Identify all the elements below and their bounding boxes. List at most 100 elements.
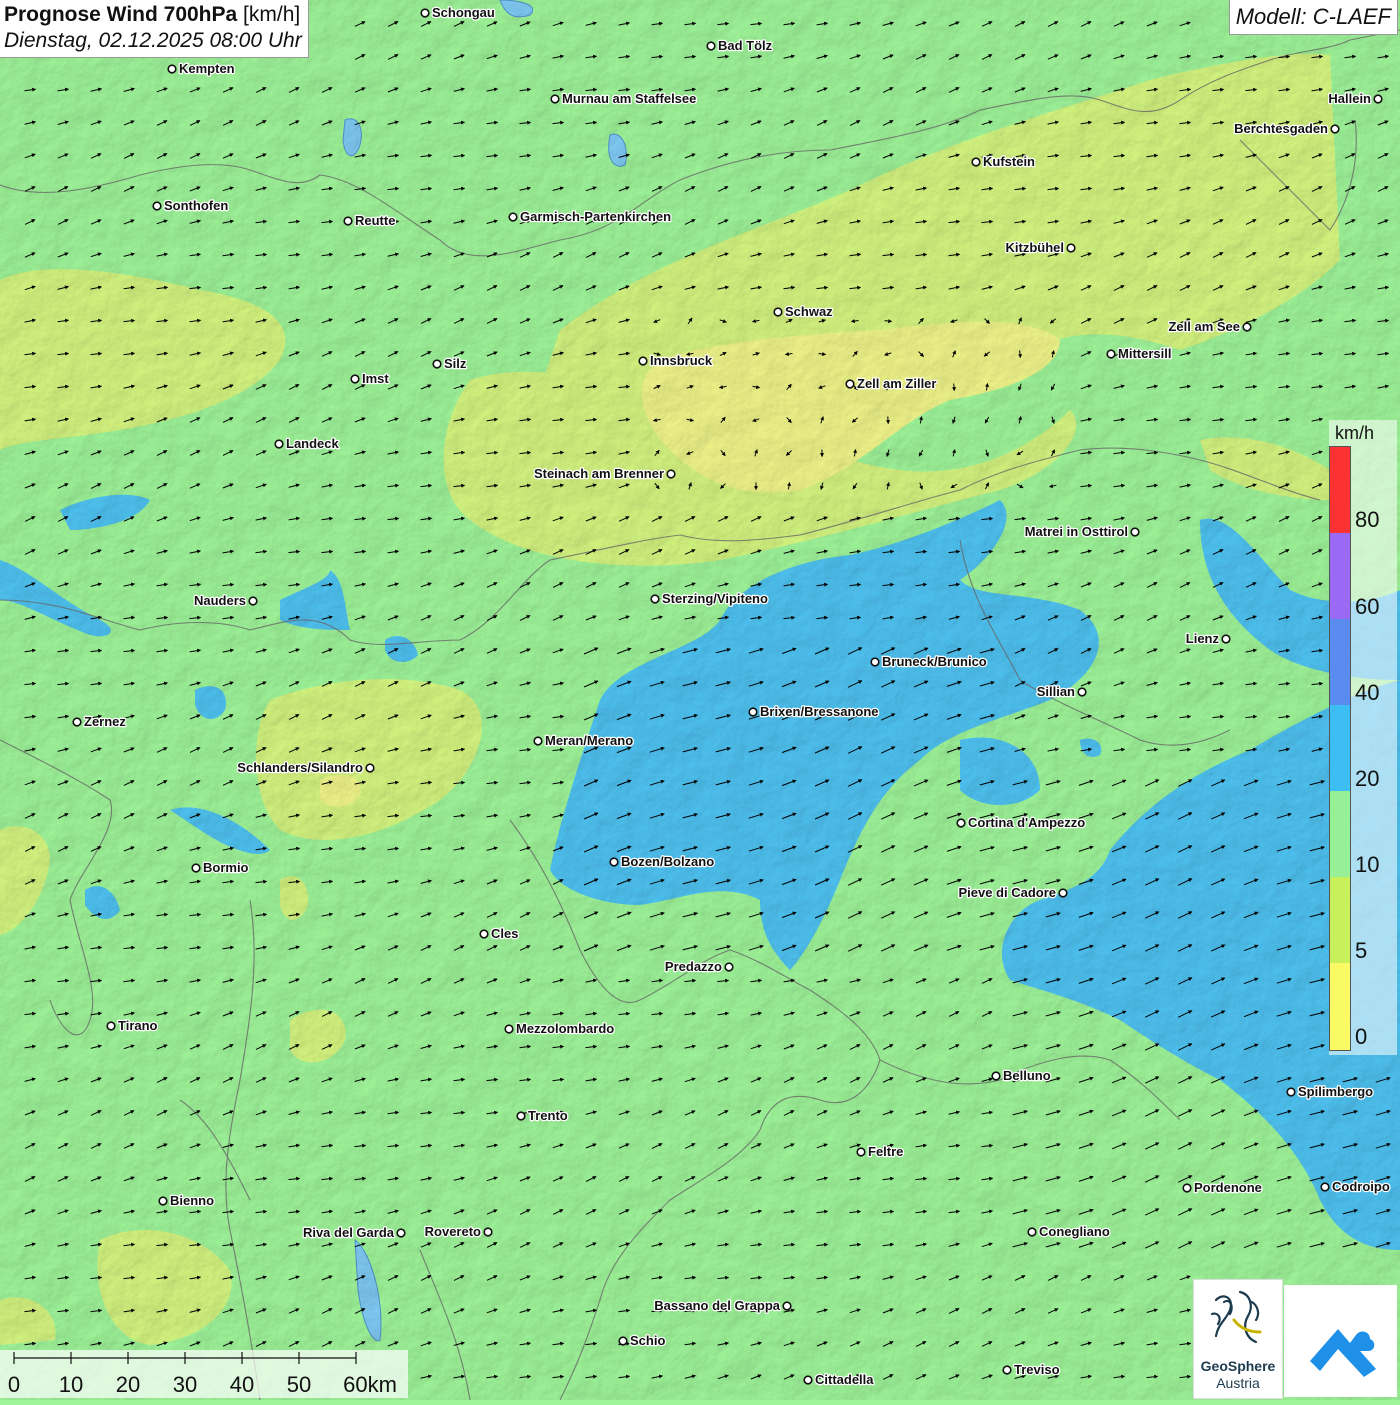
city[interactable]: Berchtesgaden [1234,121,1339,136]
city-label: Bormio [203,860,249,875]
city[interactable]: Kempten [168,61,234,76]
city-marker [192,864,200,872]
city[interactable]: Bozen/Bolzano [610,854,714,869]
city-label: Steinach am Brenner [534,466,664,481]
city[interactable]: Bad Tölz [707,38,772,53]
city-marker [707,42,715,50]
title-text: Prognose Wind 700hPa [4,3,237,26]
city-label: Meran/Merano [545,733,633,748]
city-marker [433,360,441,368]
map[interactable]: Schongau Bad Tölz Kempten Murnau am Staffel… [0,0,1400,1400]
city[interactable]: Meran/Merano [534,733,633,748]
geosphere-logo-sub: Austria [1194,1375,1282,1391]
city-label: Bruneck/Brunico [882,654,987,669]
city-label: Trento [528,1108,568,1123]
color-legend: km/h 80 60 40 20 10 5 0 [1329,420,1397,1055]
city[interactable]: Murnau am Staffelsee [551,91,696,106]
city[interactable]: Brixen/Bressanone [749,704,878,719]
city-marker [249,597,257,605]
scale-bar-label: 40 [230,1372,254,1397]
city-marker [846,380,854,388]
city-label: Riva del Garda [303,1225,395,1240]
city-label: Bienno [170,1193,214,1208]
city[interactable]: Garmisch-Partenkirchen [509,209,671,224]
city-marker [783,1302,791,1310]
city-label: Berchtesgaden [1234,121,1328,136]
city-label: Hallein [1328,91,1371,106]
city[interactable]: Riva del Garda [303,1225,405,1240]
legend-tick: 80 [1355,507,1379,533]
city-label: Belluno [1003,1068,1051,1083]
city-marker [992,1072,1000,1080]
city[interactable]: Codroipo [1321,1179,1390,1194]
city[interactable]: Cittadella [804,1372,874,1387]
city-marker [366,764,374,772]
city[interactable]: Sterzing/Vipiteno [651,591,768,606]
scale-bar-svg: 0102030405060km [0,1350,410,1400]
city[interactable]: Conegliano [1028,1224,1110,1239]
city-label: Pordenone [1194,1180,1262,1195]
city[interactable]: Spilimbergo [1287,1084,1373,1099]
legend-tick: 20 [1355,766,1379,792]
city[interactable]: Bassano del Grappa [654,1298,791,1313]
city[interactable]: Innsbruck [639,353,713,368]
city[interactable]: Steinach am Brenner [534,466,675,481]
city-marker [509,213,517,221]
city[interactable]: Schlanders/Silandro [237,760,374,775]
city-marker [1107,350,1115,358]
city-label: Lienz [1186,631,1220,646]
city-label: Kempten [179,61,235,76]
city[interactable]: Mezzolombardo [505,1021,614,1036]
city[interactable]: Zell am See [1168,319,1250,334]
city-label: Matrei in Osttirol [1025,524,1128,539]
city-marker [397,1229,405,1237]
city[interactable]: Pieve di Cadore [958,885,1066,900]
city-marker [857,1148,865,1156]
city-label: Predazzo [665,959,722,974]
city-marker [871,658,879,666]
city-label: Schongau [432,5,495,20]
city[interactable]: Matrei in Osttirol [1025,524,1139,539]
title: Prognose Wind 700hPa [km/h] [4,3,302,27]
city-marker [639,357,647,365]
city-marker [1222,635,1230,643]
city-marker [1059,889,1067,897]
legend-bar [1329,446,1351,1051]
city-marker [1028,1228,1036,1236]
city[interactable]: Pordenone [1183,1180,1262,1195]
city-label: Mittersill [1118,346,1171,361]
city-marker [1243,323,1251,331]
city-marker [551,95,559,103]
city[interactable]: Zell am Ziller [846,376,936,391]
city-marker [505,1025,513,1033]
legend-seg-60 [1330,533,1350,619]
city-label: Conegliano [1039,1224,1110,1239]
city-marker [153,202,161,210]
city-marker [275,440,283,448]
city-marker [159,1197,167,1205]
city-label: Kufstein [983,154,1035,169]
city-label: Brixen/Bressanone [760,704,879,719]
city-label: Rovereto [425,1224,481,1239]
weather-app-logo[interactable] [1284,1285,1397,1397]
city-label: Sterzing/Vipiteno [662,591,768,606]
city-label: Innsbruck [650,353,713,368]
city-marker [972,158,980,166]
city[interactable]: Sonthofen [153,198,228,213]
city[interactable]: Bruneck/Brunico [871,654,987,669]
city-label: Treviso [1014,1362,1060,1377]
city-marker [421,9,429,17]
city-marker [619,1337,627,1345]
city-label: Bassano del Grappa [654,1298,780,1313]
city-marker [774,308,782,316]
city[interactable]: Cortina d'Ampezzo [957,815,1085,830]
title-box: Prognose Wind 700hPa [km/h] Dienstag, 02… [0,0,309,58]
scale-bar-label: 10 [59,1372,83,1397]
city-label: Zell am Ziller [857,376,936,391]
geosphere-logo[interactable]: GeoSphere Austria [1193,1279,1283,1399]
forecast-datetime: Dienstag, 02.12.2025 08:00 Uhr [4,29,302,53]
legend-tick: 40 [1355,680,1379,706]
city-marker [534,737,542,745]
city[interactable]: Schongau [421,5,495,20]
city-label: Spilimbergo [1298,1084,1373,1099]
